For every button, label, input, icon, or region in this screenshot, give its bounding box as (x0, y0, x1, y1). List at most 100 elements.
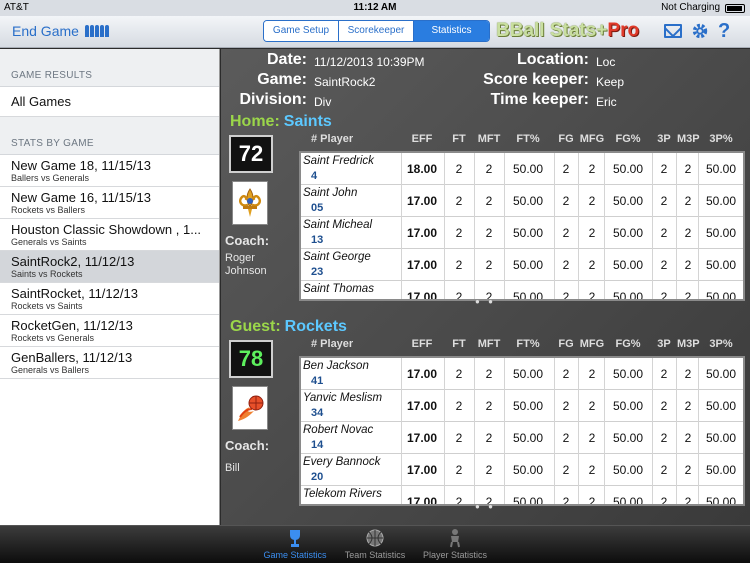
guest-player-table[interactable]: Ben Jackson 41 17.00 2 2 50.00 2 2 50.00 2 2 50.00 Y… (299, 356, 745, 506)
column-header[interactable]: FG% (605, 133, 651, 145)
charging-status: Not Charging (661, 2, 720, 13)
column-header[interactable]: 3P% (699, 338, 743, 350)
stat-cell: 2 (684, 367, 692, 381)
column-header[interactable]: FT% (505, 133, 551, 145)
stat-cell: 2 (660, 258, 668, 272)
player-row[interactable]: Saint John 05 17.00 2 2 50.00 2 2 50.00 2 2 50.00 (301, 185, 743, 217)
flaming-basketball-icon (238, 395, 264, 421)
column-header[interactable]: MFT (475, 338, 503, 350)
sidebar-game-item[interactable]: Houston Classic Showdown , 1... Generals … (0, 219, 219, 251)
column-header[interactable]: FG (555, 133, 577, 145)
player-row[interactable]: Ben Jackson 41 17.00 2 2 50.00 2 2 50.00 2 2 50.00 (301, 358, 743, 390)
end-game-button[interactable]: End Game (12, 23, 109, 39)
tab-player-statistics[interactable]: Player Statistics (415, 528, 495, 560)
stat-cell: 50.00 (512, 431, 544, 445)
game-title: SaintRocket, 11/12/13 (11, 286, 138, 301)
division-label: Division: (239, 91, 307, 108)
stat-cell: 2 (588, 226, 596, 240)
column-header[interactable]: # Player (311, 338, 411, 350)
column-header[interactable]: M3P (677, 133, 700, 145)
column-header[interactable]: 3P% (699, 133, 743, 145)
column-header[interactable]: # Player (311, 133, 411, 145)
player-row[interactable]: Saint George 23 17.00 2 2 50.00 2 2 50.00 2 2 50.00 (301, 249, 743, 281)
stat-cell: 2 (485, 194, 493, 208)
sidebar-game-item[interactable]: New Game 18, 11/15/13 Ballers vs Generals (0, 155, 219, 187)
stat-cell: 2 (562, 399, 570, 413)
tab-game-statistics-label: Game Statistics (263, 550, 327, 560)
stat-cell: 2 (660, 226, 668, 240)
home-score: 72 (229, 135, 273, 173)
player-row[interactable]: Saint Micheal 13 17.00 2 2 50.00 2 2 50.00 2 2 50.0… (301, 217, 743, 249)
help-icon[interactable]: ? (718, 21, 730, 41)
column-header[interactable]: EFF (402, 133, 442, 145)
player-name: Telekom Rivers (303, 488, 382, 500)
guest-label: Guest: (230, 318, 281, 335)
stat-cell: 50.00 (705, 226, 737, 240)
nav-actions: ? (664, 21, 730, 41)
sidebar-item-all-games[interactable]: All Games (0, 87, 219, 117)
player-row[interactable]: Every Bannock 20 17.00 2 2 50.00 2 2 50.00 2 2 50.0… (301, 454, 743, 486)
stat-cell: 2 (660, 399, 668, 413)
app-logo: BBall Stats+Pro (496, 20, 639, 42)
column-header[interactable]: FG (555, 338, 577, 350)
guest-team-logo (232, 386, 268, 430)
stat-cell: 2 (588, 463, 596, 477)
player-row[interactable]: Saint Fredrick 4 18.00 2 2 50.00 2 2 50.00 2 2 50.0… (301, 153, 743, 185)
tab-game-setup[interactable]: Game Setup (264, 21, 339, 41)
tab-game-statistics[interactable]: Game Statistics (255, 528, 335, 560)
stat-cell: 2 (684, 463, 692, 477)
column-header[interactable]: FT (445, 133, 473, 145)
status-bar: AT&T 11:12 AM Not Charging (0, 0, 750, 16)
timekeeper-value: Eric (596, 95, 617, 109)
column-header[interactable]: MFG (579, 338, 605, 350)
column-header[interactable]: MFG (579, 133, 605, 145)
home-player-table[interactable]: Saint Fredrick 4 18.00 2 2 50.00 2 2 50.00 2 2 50.0… (299, 151, 745, 301)
guest-page-indicator[interactable]: ● ● (221, 502, 750, 511)
stat-cell: 2 (660, 162, 668, 176)
sidebar-game-item[interactable]: New Game 16, 11/15/13 Rockets vs Ballers (0, 187, 219, 219)
column-header[interactable]: 3P (653, 338, 675, 350)
home-coach-label: Coach: (225, 233, 270, 248)
player-number: 20 (311, 471, 324, 483)
stats-by-game-header: STATS BY GAME (0, 117, 219, 155)
stat-cell: 2 (588, 258, 596, 272)
player-row[interactable]: Robert Novac 14 17.00 2 2 50.00 2 2 50.00 2 2 50.00 (301, 422, 743, 454)
end-game-label: End Game (12, 23, 79, 39)
mail-icon[interactable] (664, 24, 682, 38)
player-number: 13 (311, 234, 324, 246)
tab-player-statistics-label: Player Statistics (422, 550, 488, 560)
column-header[interactable]: MFT (475, 133, 503, 145)
timekeeper-label: Time keeper: (490, 91, 589, 108)
player-name: Robert Novac (303, 424, 374, 436)
home-title: Home: Saints (230, 113, 332, 131)
tab-team-statistics[interactable]: Team Statistics (335, 528, 415, 560)
home-page-indicator[interactable]: ● ● (221, 297, 750, 306)
home-team-name: Saints (283, 113, 332, 130)
game-matchup: Rockets vs Saints (11, 301, 83, 311)
sidebar-game-item[interactable]: RocketGen, 11/12/13 Rockets vs Generals (0, 315, 219, 347)
guest-coach-name: Bill (225, 462, 240, 474)
guest-title: Guest: Rockets (230, 318, 347, 336)
stat-cell: 2 (588, 431, 596, 445)
player-name: Ben Jackson (303, 360, 369, 372)
column-header[interactable]: FT% (505, 338, 551, 350)
stat-cell: 2 (485, 162, 493, 176)
settings-gear-icon[interactable] (691, 22, 709, 40)
stat-cell: 2 (562, 162, 570, 176)
home-coach-name: Roger Johnson (225, 252, 267, 277)
tab-scorekeeper[interactable]: Scorekeeper (339, 21, 414, 41)
tab-statistics[interactable]: Statistics (414, 21, 489, 41)
column-header[interactable]: FG% (605, 338, 651, 350)
sidebar-game-item[interactable]: SaintRock2, 11/12/13 Saints vs Rockets (0, 251, 219, 283)
column-header[interactable]: M3P (677, 338, 700, 350)
column-header[interactable]: FT (445, 338, 473, 350)
game-list: New Game 18, 11/15/13 Ballers vs Generals… (0, 155, 219, 379)
player-row[interactable]: Yanvic Meslism 34 17.00 2 2 50.00 2 2 50.00 2 2 50.… (301, 390, 743, 422)
column-header[interactable]: EFF (402, 338, 442, 350)
column-header[interactable]: 3P (653, 133, 675, 145)
sidebar-game-item[interactable]: GenBallers, 11/12/13 Generals vs Ballers (0, 347, 219, 379)
stat-cell: 17.00 (406, 194, 438, 208)
sidebar-game-item[interactable]: SaintRocket, 11/12/13 Rockets vs Saints (0, 283, 219, 315)
stat-cell: 50.00 (512, 194, 544, 208)
stat-cell: 50.00 (512, 463, 544, 477)
